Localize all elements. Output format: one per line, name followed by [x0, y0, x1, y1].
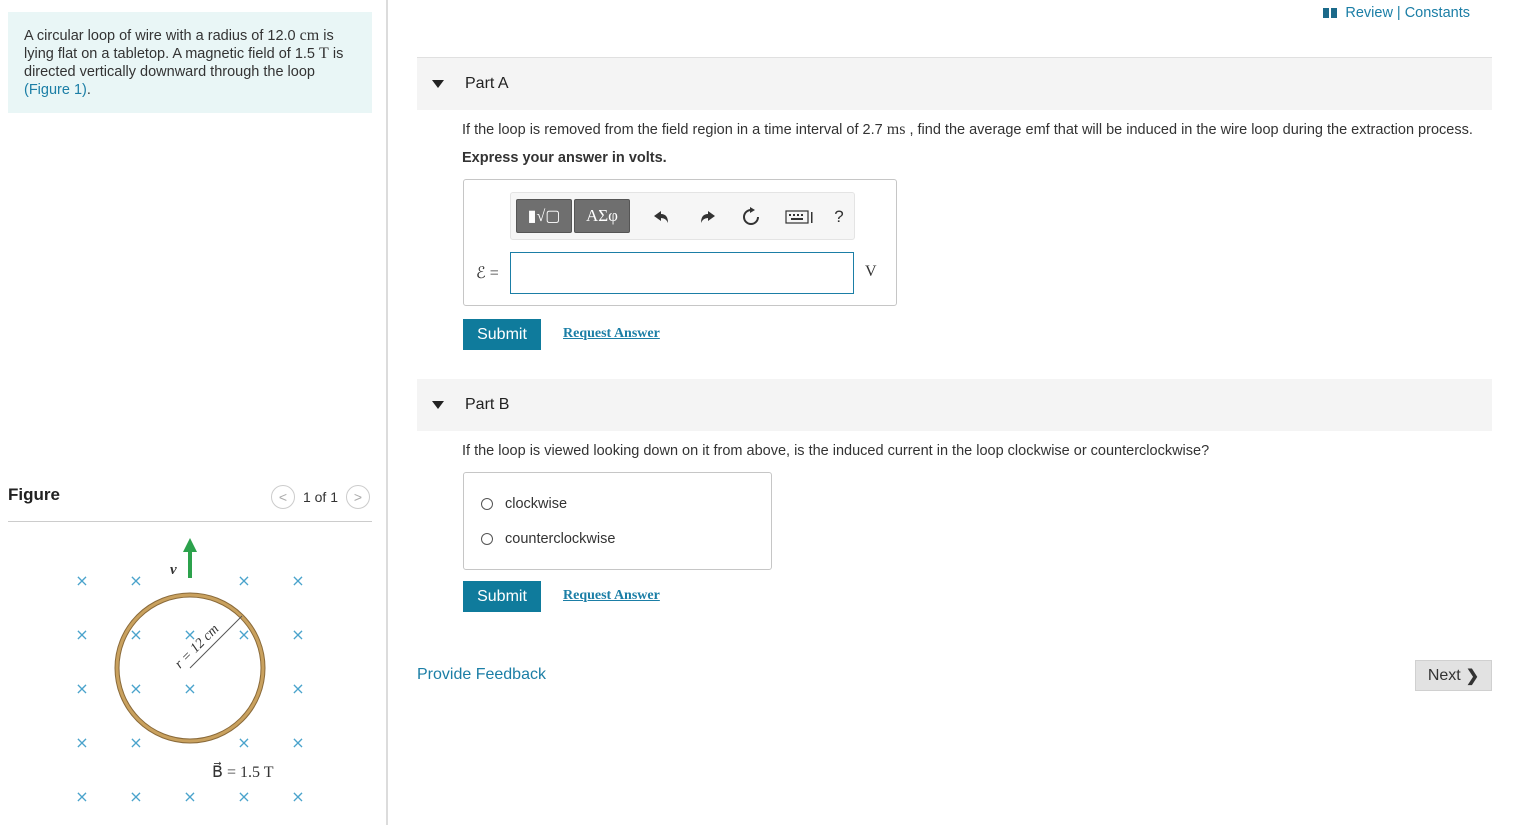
field-cross: × [75, 733, 88, 752]
problem-unit-cm: cm [299, 27, 320, 44]
velocity-label: v⃗ [170, 562, 188, 578]
field-cross: × [291, 625, 304, 644]
collapse-caret-icon [432, 80, 444, 88]
radio-counterclockwise[interactable] [481, 533, 493, 545]
field-cross: × [291, 571, 304, 590]
math-toolbar: ▮√▢ ΑΣφ ? [510, 192, 855, 240]
provide-feedback-link[interactable]: Provide Feedback [417, 666, 546, 684]
constants-link[interactable]: Constants [1405, 5, 1470, 21]
option-counterclockwise[interactable]: counterclockwise [481, 531, 615, 547]
next-button[interactable]: Next ❯ [1415, 660, 1492, 691]
choice-box: clockwise counterclockwise [463, 472, 772, 570]
field-cross: × [75, 625, 88, 644]
review-link[interactable]: Review [1345, 5, 1393, 21]
emf-label: ℰ = [476, 265, 499, 282]
answer-input[interactable] [510, 252, 854, 294]
part-a-label: Part A [465, 75, 509, 92]
option-label: counterclockwise [505, 531, 616, 547]
part-a-question: If the loop is removed from the field re… [462, 121, 1473, 139]
undo-icon[interactable] [650, 205, 674, 229]
next-figure-button[interactable]: > [346, 485, 370, 509]
answer-box: ▮√▢ ΑΣφ ? ℰ = V [463, 179, 897, 306]
symbols-button[interactable]: ΑΣφ [574, 199, 630, 233]
figure-pager: < 1 of 1 > [270, 485, 370, 509]
field-label: B⃗ = 1.5 T [212, 761, 274, 781]
field-cross: × [75, 571, 88, 590]
panel-divider [386, 0, 388, 825]
collapse-caret-icon [432, 401, 444, 409]
field-cross: × [183, 787, 196, 806]
part-b-header[interactable]: Part B [417, 379, 1492, 431]
keyboard-icon[interactable] [783, 205, 817, 229]
question-text-2: , find the average emf that will be indu… [905, 122, 1473, 138]
field-cross: × [291, 733, 304, 752]
field-cross: × [237, 787, 250, 806]
problem-statement: A circular loop of wire with a radius of… [8, 12, 372, 113]
field-cross: × [129, 733, 142, 752]
templates-button[interactable]: ▮√▢ [516, 199, 572, 233]
redo-icon[interactable] [695, 205, 719, 229]
submit-button-part-b[interactable]: Submit [463, 581, 541, 612]
part-a-header[interactable]: Part A [417, 58, 1492, 110]
request-answer-link-part-b[interactable]: Request Answer [563, 588, 660, 604]
part-a-instruction: Express your answer in volts. [462, 150, 667, 166]
option-clockwise[interactable]: clockwise [481, 496, 567, 512]
chevron-right-icon: ❯ [1465, 667, 1480, 685]
field-cross: × [291, 787, 304, 806]
pager-label: 1 of 1 [302, 489, 338, 505]
field-cross: × [237, 733, 250, 752]
radio-clockwise[interactable] [481, 498, 493, 510]
figure-link[interactable]: (Figure 1) [24, 82, 87, 98]
part-b-question: If the loop is viewed looking down on it… [462, 443, 1210, 459]
submit-button-part-a[interactable]: Submit [463, 319, 541, 350]
field-cross: × [129, 571, 142, 590]
problem-unit-t: T [319, 45, 329, 62]
field-cross: × [129, 787, 142, 806]
unit-label: V [865, 263, 877, 280]
link-separator: | [1396, 5, 1401, 21]
field-cross: × [183, 679, 196, 698]
question-unit-ms: ms [886, 121, 906, 138]
question-text-1: If the loop is removed from the field re… [462, 122, 887, 138]
top-links: Review | Constants [1323, 5, 1470, 21]
field-cross: × [129, 679, 142, 698]
next-label: Next [1427, 666, 1461, 684]
prev-figure-button[interactable]: < [270, 485, 295, 509]
reset-icon[interactable] [739, 205, 763, 229]
problem-text-4: . [86, 82, 91, 98]
field-cross: × [75, 787, 88, 806]
option-label: clockwise [505, 496, 568, 512]
part-b-label: Part B [465, 396, 510, 413]
figure-diagram: × × × ×× × × × ×× × × ×× × × ×× × × × × r = 12 cm v⃗ B⃗ =… [75, 538, 305, 806]
field-cross: × [75, 679, 88, 698]
request-answer-link-part-a[interactable]: Request Answer [563, 326, 660, 342]
velocity-arrow-head [183, 538, 197, 552]
figure-title: Figure [8, 485, 60, 504]
left-panel: A circular loop of wire with a radius of… [0, 0, 386, 825]
figure-header: Figure < 1 of 1 > [8, 483, 372, 522]
book-icon [1323, 8, 1338, 18]
radius-label: r = 12 cm [172, 622, 222, 672]
field-cross: × [291, 679, 304, 698]
field-cross: × [237, 571, 250, 590]
help-button[interactable]: ? [827, 205, 851, 229]
problem-text-1: A circular loop of wire with a radius of… [24, 28, 300, 44]
